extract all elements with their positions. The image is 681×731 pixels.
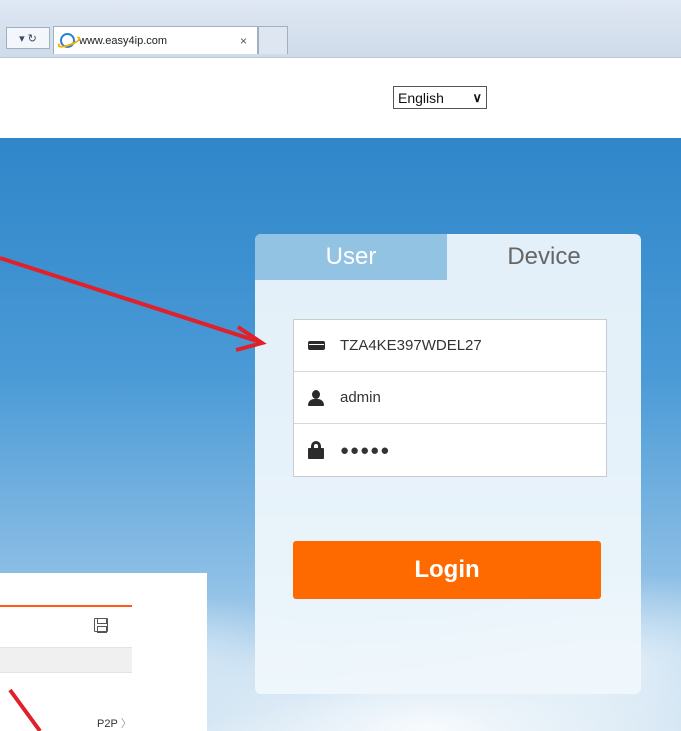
chevron-down-icon: ∨ [472,90,482,105]
username-value: admin [340,389,381,406]
p2p-label: P2P [97,718,118,730]
settings-overlay: P2P 〉 [0,573,207,731]
language-select[interactable]: English ∨ [393,86,487,109]
password-field[interactable]: ●●●●● [294,424,606,476]
browser-tab[interactable]: www.easy4ip.com × [53,26,258,54]
tab-title: www.easy4ip.com [79,34,168,47]
browser-toolbar: ▾ ↻ www.easy4ip.com × [0,0,681,58]
chevron-right-icon: 〉 [120,718,132,730]
save-icon[interactable] [94,618,108,633]
refresh-controls[interactable]: ▾ ↻ [6,27,50,49]
device-icon [308,341,330,350]
device-id-field[interactable]: TZA4KE397WDEL27 [294,320,606,372]
login-panel: User Device TZA4KE397WDEL27 admin ●●●●● … [255,234,641,694]
p2p-link[interactable]: P2P 〉 [97,715,132,731]
ie-logo-icon [60,33,75,48]
tab-user[interactable]: User [255,234,447,280]
device-id-value: TZA4KE397WDEL27 [340,337,482,354]
login-tabs: User Device [255,234,641,280]
new-tab-button[interactable] [258,26,288,54]
tab-device[interactable]: Device [447,234,641,280]
password-value: ●●●●● [340,441,391,459]
tab-close-icon[interactable]: × [240,34,247,48]
username-field[interactable]: admin [294,372,606,424]
language-selected: English [398,89,444,106]
settings-row-shaded [0,647,132,673]
refresh-icon[interactable]: ▾ ↻ [19,32,37,45]
settings-row [0,607,132,647]
user-icon [308,389,330,406]
login-button[interactable]: Login [293,541,601,599]
login-fields: TZA4KE397WDEL27 admin ●●●●● [293,319,607,477]
lock-icon [308,441,330,459]
